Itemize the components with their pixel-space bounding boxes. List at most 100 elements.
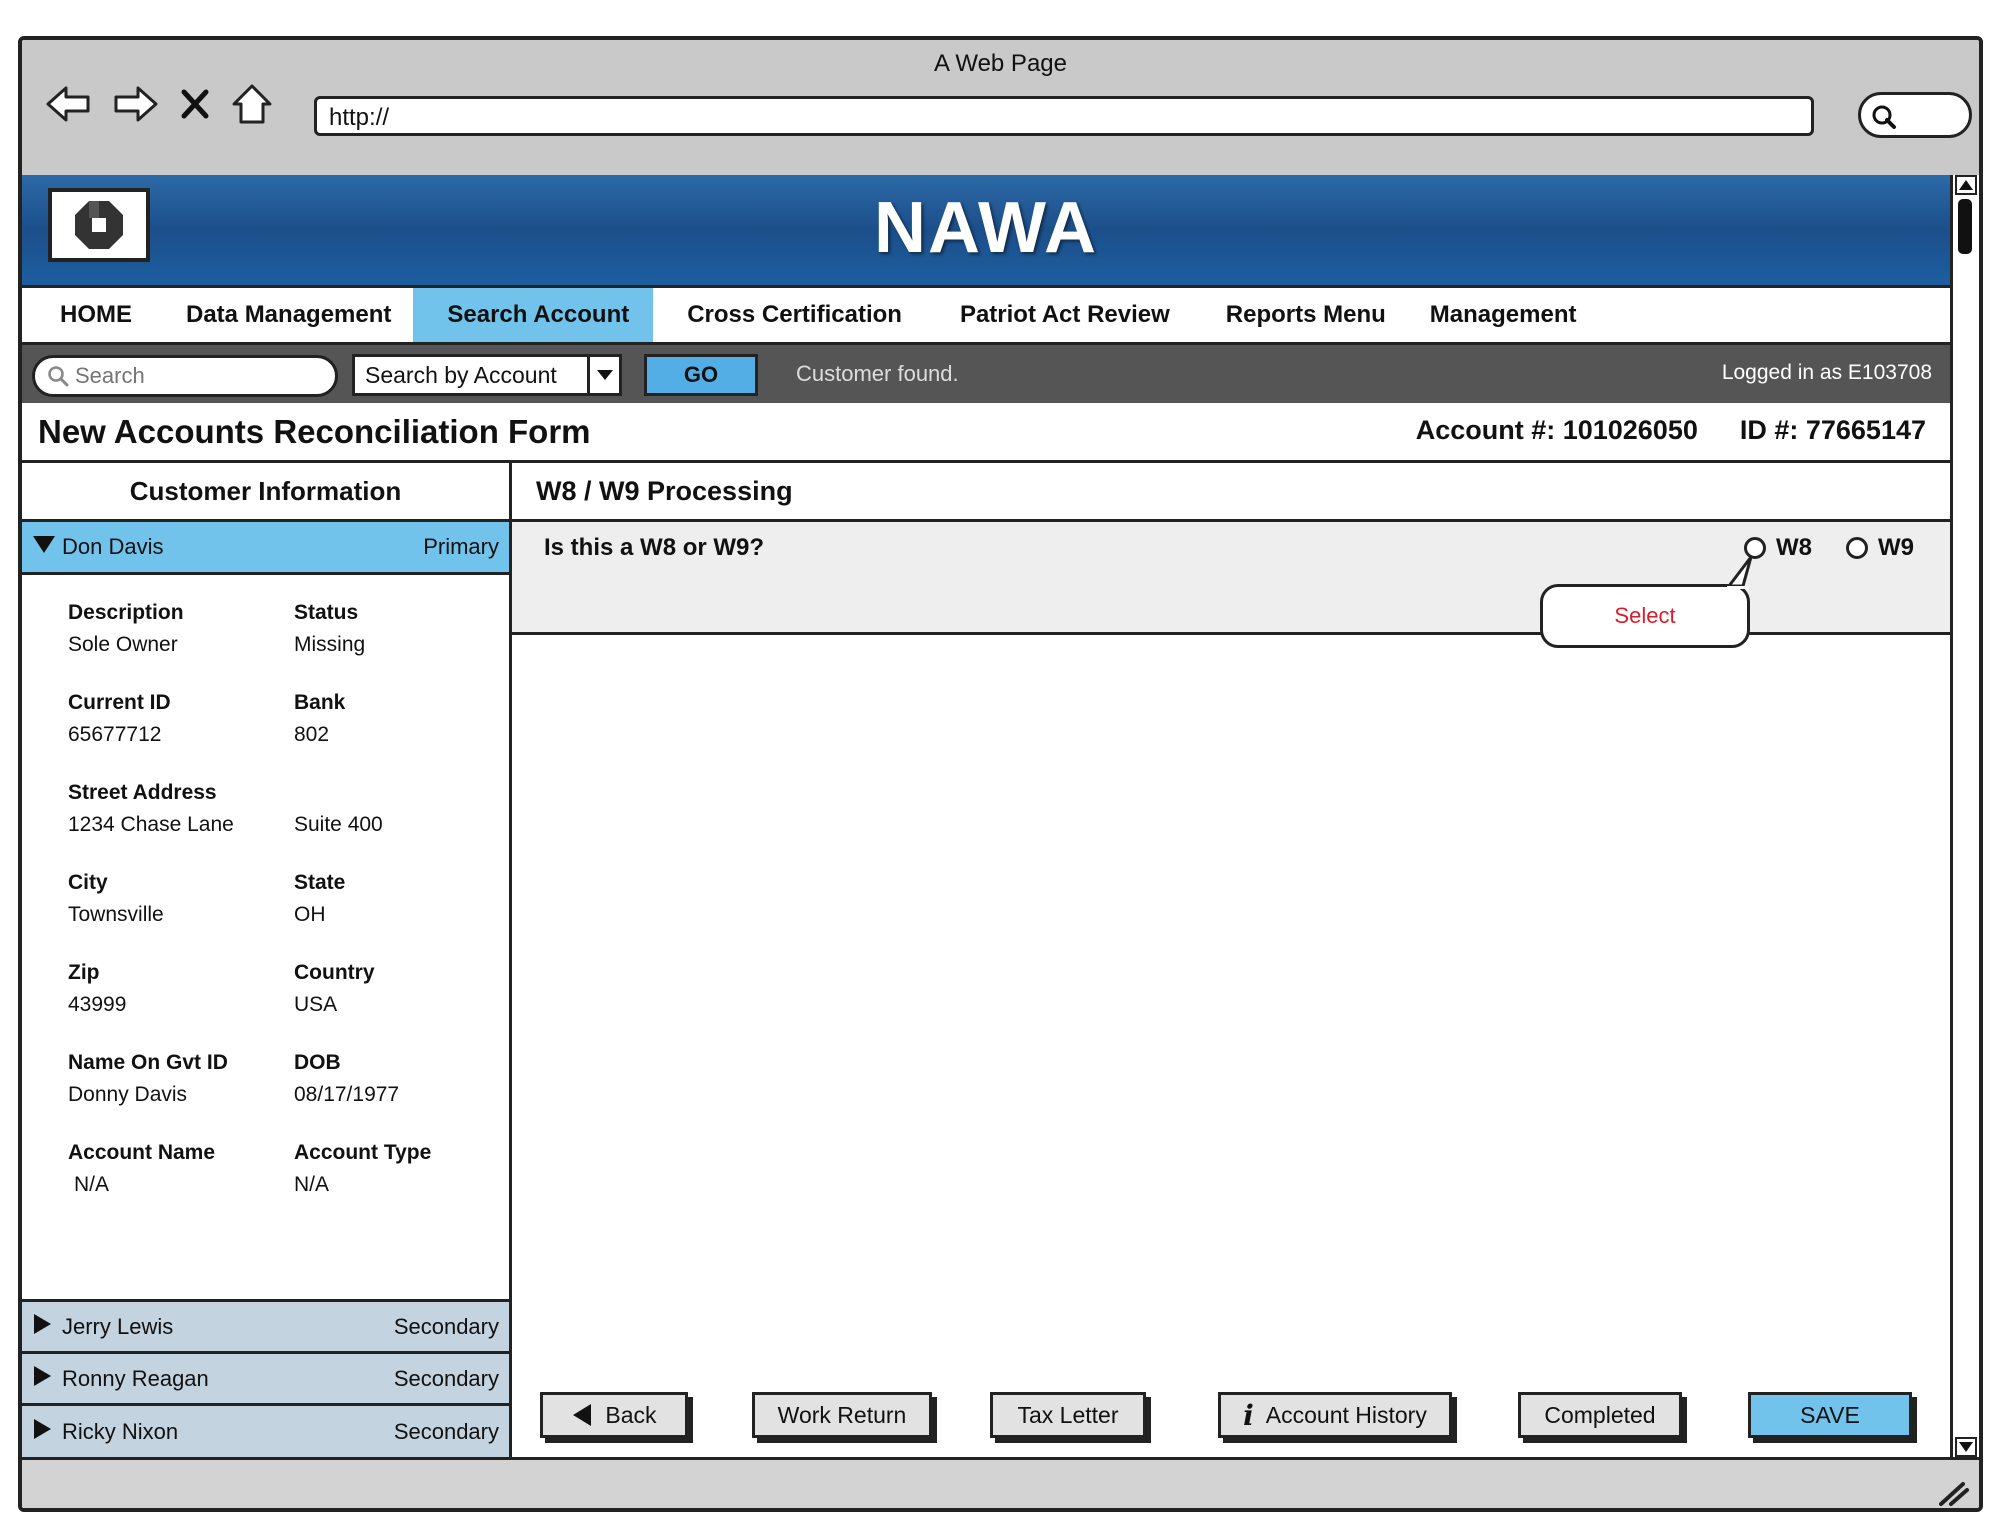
triangle-down-icon [32,534,62,560]
menu-item-patriot-act-review[interactable]: Patriot Act Review [936,288,1204,342]
customer-name: Ronny Reagan [62,1365,209,1391]
triangle-right-icon [32,1313,62,1341]
customer-panel-heading: Customer Information [22,463,509,522]
customer-role: Secondary [393,1365,499,1391]
account-number: Account #: 101026050 [1415,415,1698,445]
question-box: Is this a W8 or W9? W8 W9 Select [512,522,1950,648]
id-number: ID #: 77665147 [1739,415,1926,445]
account-history-button[interactable]: i Account History [1218,1392,1452,1438]
magnifier-icon [1872,105,1896,129]
brand-title: NAWA [874,188,1098,268]
browser-status-bar [22,1457,1979,1508]
detail-country: Country USA [294,961,375,1016]
scroll-down-icon[interactable] [1955,1437,1977,1457]
browser-window: A Web Page http:// NAWA HOME Data Manage… [18,36,1983,1512]
detail-current-id: Current ID 65677712 [68,691,171,746]
customer-row-secondary[interactable]: Jerry Lewis Secondary [22,1302,509,1354]
customer-role: Secondary [393,1419,499,1444]
browser-nav [44,82,274,126]
save-label: SAVE [1800,1401,1860,1428]
customer-row-secondary[interactable]: Ronny Reagan Secondary [22,1354,509,1406]
browser-search-field[interactable] [1858,92,1972,138]
url-input[interactable]: http:// [314,96,1814,136]
logged-in-user: Logged in as E103708 [1721,361,1932,384]
triangle-right-icon [32,1418,62,1446]
customer-name: Ricky Nixon [62,1419,179,1444]
detail-bank: Bank 802 [294,691,346,746]
menu-item-search-account[interactable]: Search Account [413,288,654,342]
search-icon [48,366,69,387]
scroll-up-icon[interactable] [1955,175,1977,195]
back-button[interactable]: Back [540,1392,688,1438]
tax-letter-button[interactable]: Tax Letter [990,1392,1146,1438]
completed-label: Completed [1544,1401,1656,1428]
radio-label: W8 [1776,534,1812,561]
back-arrow-icon[interactable] [44,84,92,124]
processing-heading: W8 / W9 Processing [512,463,1950,522]
detail-name-on-gvt-id: Name On Gvt ID Donny Davis [68,1051,228,1106]
question-text: Is this a W8 or W9? [544,534,765,561]
triangle-right-icon [32,1365,62,1393]
select-callout: Select [1540,584,1750,648]
w8-w9-radio-group: W8 W9 [1744,534,1914,562]
page-title: New Accounts Reconciliation Form [38,413,591,450]
radio-w9[interactable]: W9 [1846,534,1914,562]
form-header: New Accounts Reconciliation Form Account… [22,403,1950,463]
page-content: NAWA HOME Data Management Search Account… [22,175,1950,1457]
customer-role: Primary [423,534,499,559]
detail-street-address: Street Address 1234 Chase Lane [68,781,234,836]
detail-account-name: Account Name N/A [68,1141,216,1196]
stop-icon[interactable] [180,86,210,122]
home-icon[interactable] [230,82,274,126]
search-by-dropdown[interactable]: Search by Account [352,354,622,396]
vertical-scrollbar[interactable] [1950,175,1979,1457]
completed-button[interactable]: Completed [1518,1392,1682,1438]
search-toolbar: Search by Account GO Customer found. Log… [22,345,1950,403]
detail-zip: Zip 43999 [68,961,127,1016]
menu-item-reports-menu[interactable]: Reports Menu [1204,288,1408,342]
detail-state: State OH [294,871,346,926]
account-info: Account #: 101026050 ID #: 77665147 [1416,415,1926,446]
menu-item-management[interactable]: Management [1408,288,1599,342]
work-return-button[interactable]: Work Return [752,1392,932,1438]
window-title: A Web Page [934,50,1067,77]
tax-letter-label: Tax Letter [1017,1401,1119,1428]
info-icon: i [1243,1398,1254,1432]
search-by-value: Search by Account [365,361,557,388]
customer-name: Jerry Lewis [62,1313,174,1339]
radio-circle-icon[interactable] [1846,537,1868,559]
detail-status: Status Missing [294,601,366,656]
processing-panel: W8 / W9 Processing Is this a W8 or W9? W… [512,463,1950,1457]
detail-description: Description Sole Owner [68,601,184,656]
radio-label: W9 [1878,534,1914,561]
save-button[interactable]: SAVE [1748,1392,1912,1438]
browser-chrome: A Web Page http:// [22,40,1979,175]
customer-row-primary[interactable]: Don Davis Primary [22,522,509,575]
menu-item-home[interactable]: HOME [22,288,164,342]
forward-arrow-icon[interactable] [112,84,160,124]
search-box[interactable] [32,355,338,397]
site-banner: NAWA [22,175,1950,285]
go-button[interactable]: GO [644,354,758,396]
customer-row-secondary[interactable]: Ricky Nixon Secondary [22,1406,509,1457]
customer-role: Secondary [393,1313,499,1339]
resize-grip-icon[interactable] [1935,1478,1969,1508]
menu-item-cross-certification[interactable]: Cross Certification [653,288,936,342]
work-return-label: Work Return [777,1401,907,1428]
account-history-label: Account History [1265,1401,1427,1428]
detail-account-type: Account Type N/A [294,1141,432,1196]
search-input[interactable] [75,363,295,389]
detail-city: City Townsville [68,871,164,926]
triangle-left-icon [573,1404,592,1426]
menu-item-data-management[interactable]: Data Management [164,288,413,342]
customer-details: Description Sole Owner Status Missing Curr… [22,575,509,1302]
detail-dob: DOB 08/17/1977 [294,1051,400,1106]
customer-name: Don Davis [62,534,164,559]
back-label: Back [605,1401,657,1428]
customer-panel: Customer Information Don Davis Primary D… [22,463,512,1457]
callout-pointer-icon [1727,555,1753,589]
detail-suite: Suite 400 [294,813,383,836]
status-message: Customer found. [796,361,959,386]
chevron-down-icon[interactable] [587,357,619,393]
scroll-thumb[interactable] [1958,199,1972,254]
